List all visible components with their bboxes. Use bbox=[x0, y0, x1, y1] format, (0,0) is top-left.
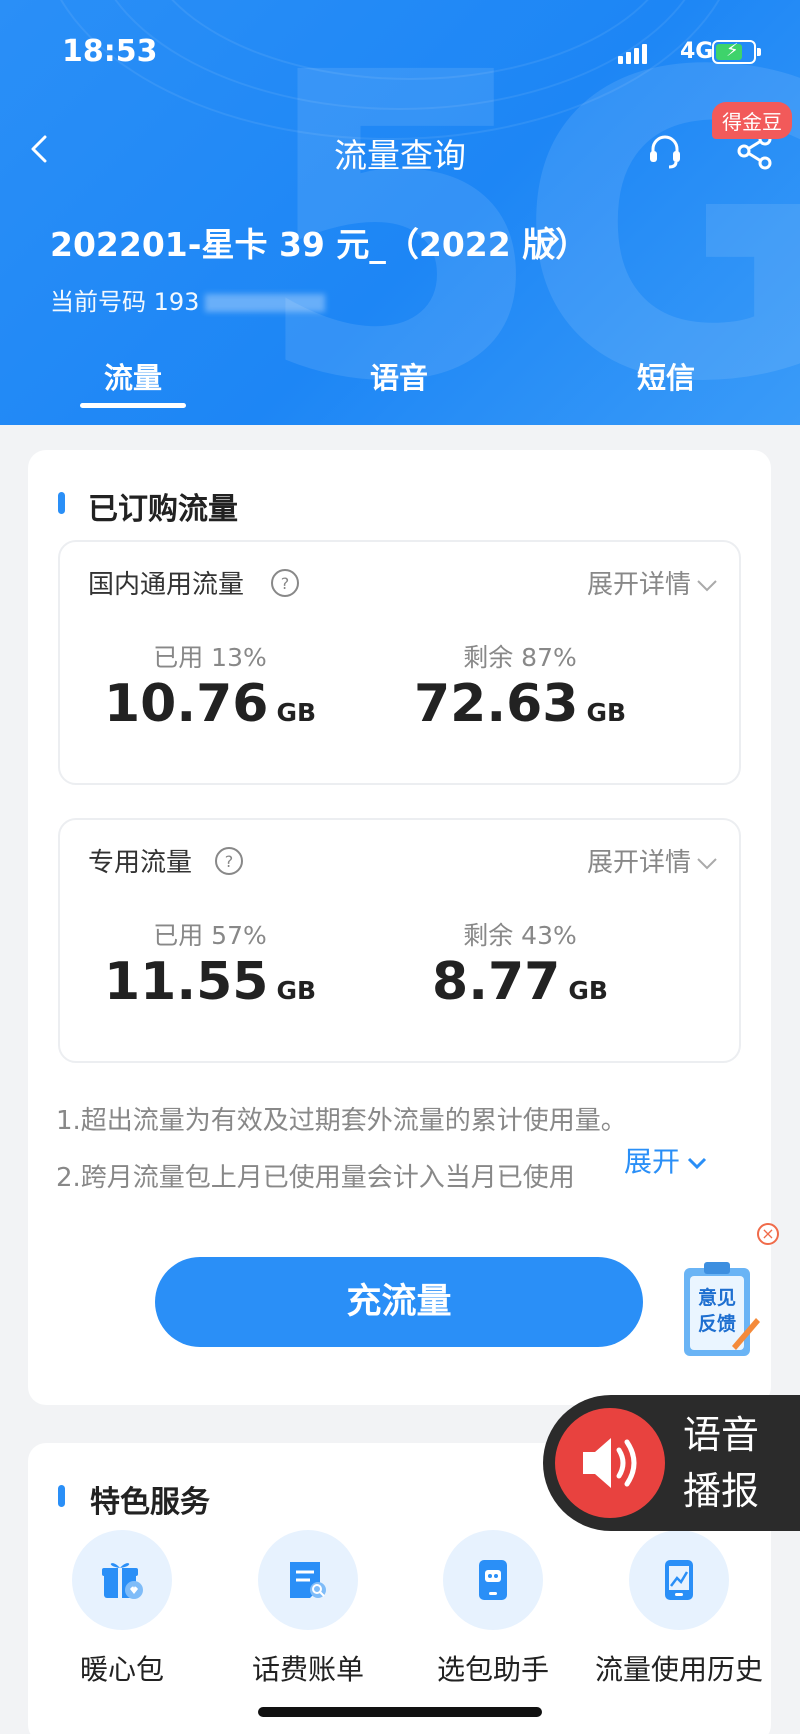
service-label: 选包助手 bbox=[436, 1653, 549, 1686]
service-label: 流量使用历史 bbox=[594, 1653, 763, 1686]
section-title-services: 特色服务 bbox=[90, 1485, 210, 1520]
gold-bean-badge[interactable]: 得金豆 bbox=[712, 102, 792, 139]
service-label: 暖心包 bbox=[79, 1653, 164, 1686]
bill-icon bbox=[258, 1530, 358, 1630]
expand-details-button[interactable]: 展开详情 bbox=[587, 842, 719, 879]
service-bill[interactable]: 话费账单 bbox=[218, 1530, 398, 1688]
remaining-number: 8.77 bbox=[432, 952, 561, 1012]
battery-icon: ⚡ bbox=[712, 40, 761, 64]
used-value: 10.76 GB bbox=[60, 674, 360, 734]
used-number: 11.55 bbox=[103, 952, 269, 1012]
remaining-value: 8.77 GB bbox=[370, 952, 670, 1012]
svg-text:?: ? bbox=[281, 574, 290, 593]
help-icon[interactable]: ? bbox=[214, 846, 244, 876]
voice-broadcast-label: 语音 播报 bbox=[683, 1407, 759, 1519]
domestic-title: 国内通用流量 bbox=[88, 570, 245, 600]
unit: GB bbox=[276, 976, 317, 1005]
service-care-pack[interactable]: 暖心包 bbox=[32, 1530, 212, 1688]
header-banner: 5G 18:53 4G ⚡ 流量查询 得金豆 202201-星卡 39 元_（2… bbox=[0, 0, 800, 425]
service-usage-history[interactable]: 流量使用历史 bbox=[589, 1530, 769, 1688]
home-indicator[interactable] bbox=[258, 1707, 542, 1717]
recharge-data-button[interactable]: 充流量 bbox=[155, 1257, 643, 1347]
used-number: 10.76 bbox=[103, 674, 269, 734]
used-value: 11.55 GB bbox=[60, 952, 360, 1012]
gift-icon bbox=[72, 1530, 172, 1630]
domestic-usage-box: 国内通用流量 ? 展开详情 已用 13% 剩余 87% 10.76 GB 72.6… bbox=[58, 540, 741, 785]
headset-icon[interactable] bbox=[645, 131, 685, 171]
chevron-right-icon[interactable] bbox=[540, 224, 564, 254]
unit: GB bbox=[586, 698, 627, 727]
active-tab-indicator bbox=[80, 403, 186, 408]
plan-name[interactable]: 202201-星卡 39 元_（2022 版） bbox=[50, 218, 588, 266]
feedback-icon[interactable]: 意见 反馈 bbox=[680, 1262, 760, 1362]
used-label: 已用 57% bbox=[153, 921, 267, 950]
nav-bar: 流量查询 bbox=[0, 115, 800, 185]
used-label: 已用 13% bbox=[153, 643, 267, 672]
status-time: 18:53 bbox=[62, 34, 158, 69]
notes-expand-button[interactable]: 展开 bbox=[620, 1140, 709, 1180]
notes-expand-label: 展开 bbox=[624, 1145, 681, 1178]
service-package-assistant[interactable]: 选包助手 bbox=[403, 1530, 583, 1688]
speaker-icon bbox=[555, 1408, 665, 1518]
voice-line-1: 语音 bbox=[683, 1413, 760, 1457]
dedicated-title: 专用流量 bbox=[88, 848, 193, 878]
remaining-label: 剩余 43% bbox=[463, 921, 577, 950]
remaining-number: 72.63 bbox=[413, 674, 579, 734]
chart-phone-icon bbox=[629, 1530, 729, 1630]
tab-data[interactable]: 流量 bbox=[53, 355, 213, 397]
voice-line-2: 播报 bbox=[683, 1469, 760, 1513]
unit: GB bbox=[276, 698, 317, 727]
expand-details-label: 展开详情 bbox=[586, 848, 691, 878]
section-accent bbox=[58, 1485, 65, 1507]
svg-text:反馈: 反馈 bbox=[698, 1312, 736, 1335]
voice-broadcast-button[interactable]: 语音 播报 bbox=[543, 1395, 800, 1531]
signal-icon bbox=[618, 40, 647, 64]
tab-bar: 流量 语音 短信 bbox=[0, 355, 800, 425]
chevron-down-icon bbox=[697, 857, 717, 869]
close-icon[interactable]: × bbox=[757, 1223, 779, 1245]
robot-phone-icon bbox=[443, 1530, 543, 1630]
expand-details-button[interactable]: 展开详情 bbox=[587, 564, 719, 601]
service-label: 话费账单 bbox=[251, 1653, 364, 1686]
section-title-subscribed: 已订购流量 bbox=[88, 492, 238, 527]
chevron-down-icon bbox=[697, 579, 717, 591]
unit: GB bbox=[568, 976, 608, 1005]
masked-number bbox=[205, 294, 326, 312]
dedicated-usage-box: 专用流量 ? 展开详情 已用 57% 剩余 43% 11.55 GB 8.77 GB bbox=[58, 818, 741, 1063]
tab-voice[interactable]: 语音 bbox=[319, 355, 479, 397]
remaining-value: 72.63 GB bbox=[370, 674, 670, 734]
svg-text:意见: 意见 bbox=[698, 1286, 736, 1309]
status-bar: 18:53 4G ⚡ bbox=[0, 28, 800, 78]
network-type: 4G bbox=[680, 39, 714, 64]
current-number: 当前号码 193 bbox=[50, 282, 326, 317]
note-line-2: 2.跨月流量包上月已使用量会计入当月已使用 bbox=[56, 1163, 575, 1193]
expand-details-label: 展开详情 bbox=[586, 570, 691, 600]
chevron-down-icon bbox=[687, 1157, 707, 1170]
note-line-1: 1.超出流量为有效及过期套外流量的累计使用量。 bbox=[56, 1106, 627, 1136]
remaining-label: 剩余 87% bbox=[463, 643, 577, 672]
help-icon[interactable]: ? bbox=[270, 568, 300, 598]
current-number-label: 当前号码 193 bbox=[50, 288, 200, 316]
svg-text:?: ? bbox=[225, 852, 234, 871]
tab-sms[interactable]: 短信 bbox=[586, 355, 746, 397]
section-accent bbox=[58, 492, 65, 514]
